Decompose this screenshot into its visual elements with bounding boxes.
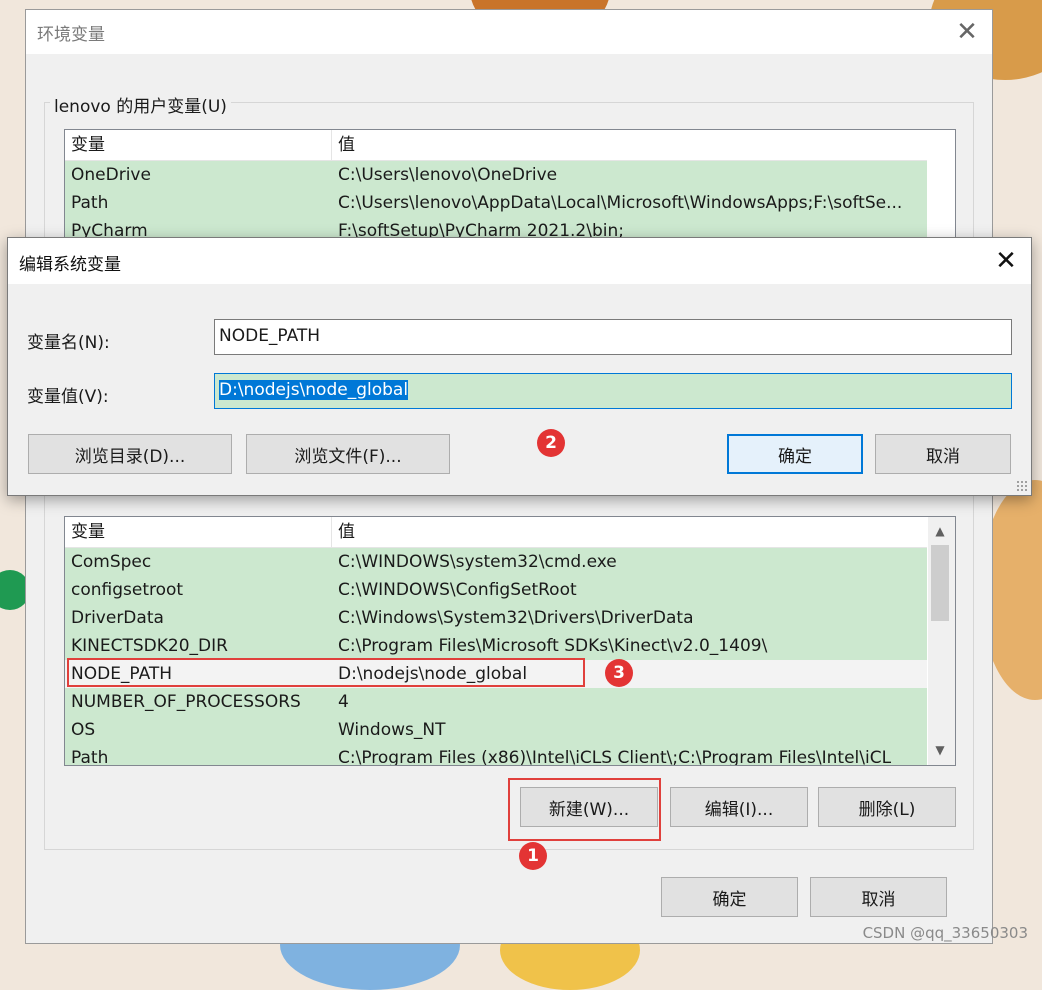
- row-value: C:\Program Files\Microsoft SDKs\Kinect\v…: [338, 636, 768, 656]
- table-row[interactable]: ComSpec C:\WINDOWS\system32\cmd.exe: [65, 548, 927, 576]
- selected-value-text: D:\nodejs\node_global: [219, 380, 409, 400]
- table-row[interactable]: DriverData C:\Windows\System32\Drivers\D…: [65, 604, 927, 632]
- variable-name-label: 变量名(N):: [27, 333, 110, 353]
- browse-directory-button[interactable]: 浏览目录(D)...: [28, 434, 232, 474]
- row-variable: KINECTSDK20_DIR: [71, 636, 228, 656]
- annotation-badge-3: 3: [605, 659, 633, 687]
- table-row[interactable]: OneDrive C:\Users\lenovo\OneDrive: [65, 161, 927, 189]
- ok-button[interactable]: 确定: [661, 877, 798, 917]
- scroll-up-icon[interactable]: ▲: [928, 520, 952, 542]
- column-header-variable[interactable]: 变量: [65, 517, 332, 547]
- dialog-cancel-button[interactable]: 取消: [875, 434, 1011, 474]
- row-variable: Path: [71, 748, 109, 766]
- close-icon[interactable]: ✕: [944, 10, 990, 54]
- dialog-title: 编辑系统变量: [19, 255, 121, 275]
- row-value: C:\WINDOWS\ConfigSetRoot: [338, 580, 577, 600]
- row-variable: ComSpec: [71, 552, 152, 572]
- close-icon[interactable]: ✕: [983, 238, 1029, 284]
- column-header-value[interactable]: 值: [332, 517, 927, 547]
- variable-name-input[interactable]: NODE_PATH: [214, 319, 1012, 355]
- user-variables-label: lenovo 的用户变量(U): [50, 92, 231, 117]
- resize-grip-icon[interactable]: [1016, 480, 1028, 492]
- table-row[interactable]: configsetroot C:\WINDOWS\ConfigSetRoot: [65, 576, 927, 604]
- window-title: 环境变量: [37, 25, 105, 45]
- row-value: C:\Users\lenovo\OneDrive: [338, 165, 558, 185]
- annotation-badge-2: 2: [537, 429, 565, 457]
- row-value: C:\WINDOWS\system32\cmd.exe: [338, 552, 617, 572]
- highlight-box-node-path: [67, 658, 585, 687]
- highlight-box-new-button: [508, 778, 661, 841]
- table-row[interactable]: NUMBER_OF_PROCESSORS 4: [65, 688, 927, 716]
- row-variable: configsetroot: [71, 580, 184, 600]
- scroll-down-icon[interactable]: ▼: [928, 739, 952, 761]
- edit-button[interactable]: 编辑(I)...: [670, 787, 808, 827]
- row-variable: OS: [71, 720, 96, 740]
- browse-file-button[interactable]: 浏览文件(F)...: [246, 434, 450, 474]
- row-value: C:\Windows\System32\Drivers\DriverData: [338, 608, 694, 628]
- watermark: CSDN @qq_33650303: [862, 924, 1028, 942]
- row-value: C:\Users\lenovo\AppData\Local\Microsoft\…: [338, 193, 903, 213]
- table-row[interactable]: KINECTSDK20_DIR C:\Program Files\Microso…: [65, 632, 927, 660]
- column-header-variable[interactable]: 变量: [65, 130, 332, 160]
- user-variables-list[interactable]: 变量 值 OneDrive C:\Users\lenovo\OneDrive P…: [64, 129, 956, 245]
- column-header-value[interactable]: 值: [332, 130, 927, 160]
- vertical-scrollbar[interactable]: ▲ ▼: [928, 517, 955, 765]
- row-variable: DriverData: [71, 608, 164, 628]
- cancel-button[interactable]: 取消: [810, 877, 947, 917]
- system-variables-list[interactable]: 变量 值 ComSpec C:\WINDOWS\system32\cmd.exe…: [64, 516, 956, 766]
- dialog-title-bar: 编辑系统变量 ✕: [8, 238, 1031, 284]
- table-row[interactable]: OS Windows_NT: [65, 716, 927, 744]
- dialog-ok-button[interactable]: 确定: [727, 434, 863, 474]
- title-bar: 环境变量 ✕: [26, 10, 992, 54]
- annotation-badge-1: 1: [519, 842, 547, 870]
- variable-value-input[interactable]: D:\nodejs\node_global: [214, 373, 1012, 409]
- edit-system-variable-dialog: 编辑系统变量 ✕ 变量名(N): NODE_PATH 变量值(V): D:\no…: [7, 237, 1032, 496]
- row-variable: Path: [71, 193, 109, 213]
- row-value: C:\Program Files (x86)\Intel\iCLS Client…: [338, 748, 892, 766]
- delete-button[interactable]: 删除(L): [818, 787, 956, 827]
- list-header: 变量 值: [65, 517, 927, 548]
- variable-value-label: 变量值(V):: [27, 387, 109, 407]
- row-variable: NUMBER_OF_PROCESSORS: [71, 692, 301, 712]
- row-value: 4: [338, 692, 349, 712]
- table-row[interactable]: Path C:\Program Files (x86)\Intel\iCLS C…: [65, 744, 927, 766]
- row-variable: OneDrive: [71, 165, 151, 185]
- row-value: Windows_NT: [338, 720, 446, 740]
- scrollbar-thumb[interactable]: [931, 545, 949, 621]
- table-row[interactable]: Path C:\Users\lenovo\AppData\Local\Micro…: [65, 189, 927, 217]
- list-header: 变量 值: [65, 130, 927, 161]
